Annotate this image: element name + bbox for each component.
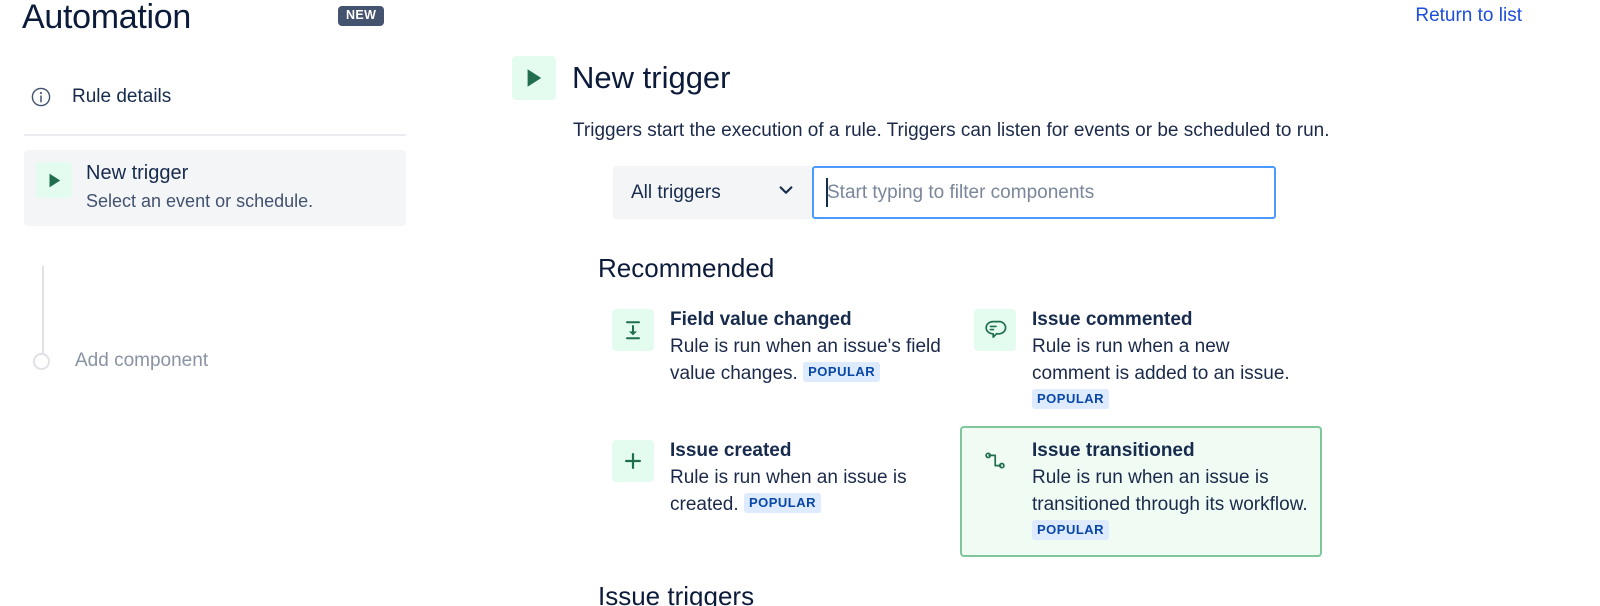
- chevron-down-icon: [776, 180, 796, 205]
- automation-rule-builder-page: Automation NEW Return to list Rule detai…: [0, 0, 1600, 606]
- new-trigger-description: Triggers start the execution of a rule. …: [573, 118, 1512, 144]
- sidebar-step-title: New trigger: [86, 160, 313, 187]
- new-trigger-header: New trigger: [512, 56, 1512, 100]
- sidebar-step-subtitle: Select an event or schedule.: [86, 188, 313, 214]
- empty-circle-icon: [33, 353, 50, 370]
- trigger-card-issue-commented[interactable]: Issue commented Rule is run when a new c…: [960, 295, 1322, 426]
- trigger-type-dropdown[interactable]: All triggers: [613, 166, 812, 219]
- trigger-card-issue-transitioned[interactable]: Issue transitioned Rule is run when an i…: [960, 426, 1322, 557]
- popular-badge: POPULAR: [1032, 520, 1109, 540]
- sidebar-add-component-label: Add component: [75, 348, 208, 374]
- trigger-card-title: Issue commented: [1032, 307, 1308, 333]
- new-badge: NEW: [338, 6, 384, 26]
- rule-builder-sidebar: Rule details New trigger Select an event…: [0, 70, 430, 226]
- text-cursor: [826, 178, 828, 207]
- sidebar-item-rule-details[interactable]: Rule details: [0, 70, 430, 126]
- page-header: Automation NEW Return to list: [0, 0, 1600, 48]
- new-trigger-title: New trigger: [572, 57, 731, 99]
- trigger-type-dropdown-label: All triggers: [631, 182, 721, 204]
- new-trigger-panel: New trigger Triggers start the execution…: [512, 56, 1512, 606]
- trigger-card-field-value-changed[interactable]: Field value changed Rule is run when an …: [598, 295, 960, 426]
- trigger-card-title: Issue created: [670, 438, 946, 464]
- field-value-changed-icon: [612, 309, 654, 351]
- step-connector-line: [42, 266, 44, 360]
- component-filter-row: All triggers: [613, 166, 1512, 219]
- plus-icon: [612, 440, 654, 482]
- transition-icon: [974, 440, 1016, 482]
- page-title: Automation: [22, 0, 191, 40]
- popular-badge: POPULAR: [744, 493, 821, 513]
- sidebar-item-rule-details-label: Rule details: [72, 80, 171, 114]
- return-to-list-link[interactable]: Return to list: [1415, 3, 1522, 29]
- trigger-card-description: Rule is run when a new comment is added …: [1032, 336, 1290, 411]
- trigger-card-description: Rule is run when an issue is transitione…: [1032, 467, 1308, 542]
- trigger-card-title: Field value changed: [670, 307, 946, 333]
- issue-triggers-heading: Issue triggers: [598, 579, 1512, 606]
- play-icon: [36, 162, 72, 198]
- trigger-card-title: Issue transitioned: [1032, 438, 1308, 464]
- trigger-card-description: Rule is run when an issue's field value …: [670, 336, 941, 384]
- trigger-card-issue-created[interactable]: Issue created Rule is run when an issue …: [598, 426, 960, 557]
- info-icon: [24, 80, 58, 114]
- search-input-wrapper: [812, 166, 1276, 219]
- sidebar-add-component[interactable]: Add component: [24, 348, 208, 374]
- popular-badge: POPULAR: [1032, 389, 1109, 409]
- popular-badge: POPULAR: [803, 362, 880, 382]
- sidebar-step-new-trigger[interactable]: New trigger Select an event or schedule.: [24, 150, 406, 226]
- trigger-card-description: Rule is run when an issue is created. PO…: [670, 467, 907, 515]
- recommended-heading: Recommended: [598, 251, 1512, 285]
- comment-icon: [974, 309, 1016, 351]
- recommended-triggers-grid: Field value changed Rule is run when an …: [598, 295, 1512, 557]
- play-icon: [512, 56, 556, 100]
- search-input[interactable]: [812, 166, 1276, 219]
- sidebar-divider: [24, 134, 406, 136]
